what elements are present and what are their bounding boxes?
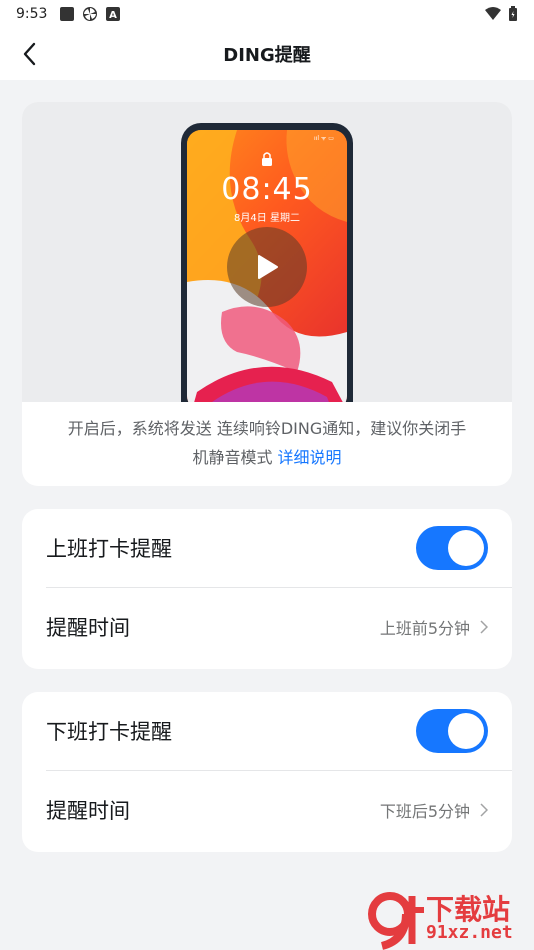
play-button[interactable]: [227, 227, 307, 307]
description-line-2: 机静音模式: [192, 448, 273, 467]
intro-video[interactable]: ııl ᯤ ▭ 08:45 8月4日 星期二: [22, 102, 512, 402]
pinwheel-icon: [83, 7, 98, 21]
clock-out-reminder-toggle[interactable]: [416, 709, 488, 753]
clock-out-reminder-label: 下班打卡提醒: [46, 720, 172, 744]
chevron-left-icon: [23, 42, 36, 66]
clock-in-time-value-wrap: 上班前5分钟: [380, 615, 488, 639]
status-time: 9:53: [16, 6, 48, 22]
clock-in-time-row[interactable]: 提醒时间 上班前5分钟: [22, 588, 512, 666]
phone-date: 8月4日 星期二: [234, 213, 300, 224]
square-icon: [60, 7, 75, 21]
toggle-knob: [448, 530, 484, 566]
watermark-domain: 91xz.net: [426, 922, 513, 943]
svg-text:ııl ᯤ ▭: ııl ᯤ ▭: [314, 135, 334, 142]
watermark-logo: [368, 892, 424, 950]
clock-in-reminder-toggle[interactable]: [416, 526, 488, 570]
wifi-icon: [485, 7, 501, 20]
chevron-right-icon: [480, 620, 488, 634]
clock-in-card: 上班打卡提醒 提醒时间 上班前5分钟: [22, 509, 512, 669]
clock-out-card: 下班打卡提醒 提醒时间 下班后5分钟: [22, 692, 512, 852]
watermark: 下载站 91xz.net: [362, 888, 534, 950]
ding-description: 开启后，系统将发送 连续响铃DING通知，建议你关闭手 机静音模式 详细说明: [36, 414, 498, 472]
clock-in-time-label: 提醒时间: [46, 616, 130, 640]
clock-in-reminder-label: 上班打卡提醒: [46, 537, 172, 561]
ding-intro-card: ııl ᯤ ▭ 08:45 8月4日 星期二 开启后，系统将发送 连续响铃DIN…: [22, 102, 512, 486]
page-title: DING提醒: [223, 45, 311, 66]
back-button[interactable]: [12, 36, 48, 72]
chevron-right-icon: [480, 803, 488, 817]
svg-text:A: A: [110, 10, 118, 21]
clock-in-time-value: 上班前5分钟: [379, 619, 470, 638]
play-icon: [258, 255, 278, 279]
status-notification-icons: A: [59, 6, 121, 22]
clock-out-time-label: 提醒时间: [46, 799, 130, 823]
status-bar: 9:53 A: [0, 0, 534, 28]
keyboard-a-icon: A: [106, 7, 121, 21]
description-line-1: 开启后，系统将发送 连续响铃DING通知，建议你关闭手: [67, 419, 467, 438]
clock-in-reminder-row: 上班打卡提醒: [22, 509, 512, 587]
toggle-knob: [448, 713, 484, 749]
status-right-icons: [484, 6, 518, 22]
clock-out-time-row[interactable]: 提醒时间 下班后5分钟: [22, 771, 512, 849]
phone-clock: 08:45: [221, 172, 313, 207]
details-link[interactable]: 详细说明: [278, 448, 342, 467]
nav-bar: DING提醒: [0, 28, 534, 80]
clock-out-reminder-row: 下班打卡提醒: [22, 692, 512, 770]
clock-out-time-value: 下班后5分钟: [379, 802, 470, 821]
clock-out-time-value-wrap: 下班后5分钟: [380, 798, 488, 822]
battery-icon: [509, 6, 517, 21]
